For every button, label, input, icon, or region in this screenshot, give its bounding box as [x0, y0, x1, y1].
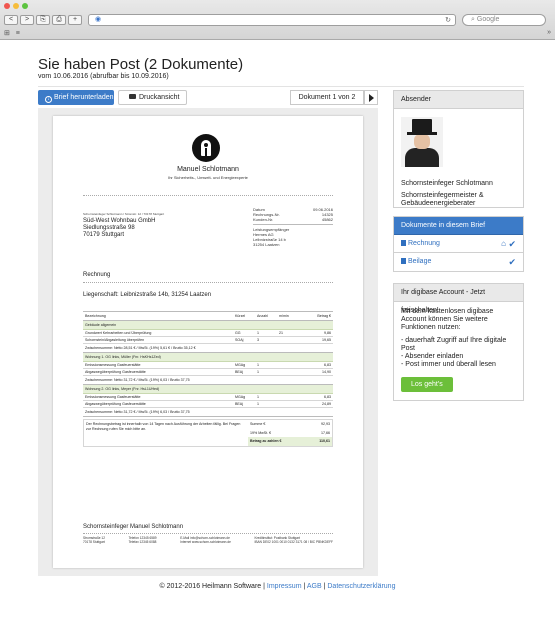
search-field[interactable]: ⌕ Google	[462, 14, 546, 26]
promo-heading: Ihr digibase Account - Jetzt freischalte…	[394, 284, 523, 314]
service-recipient-line: 31254 Laatzen	[253, 242, 280, 247]
divider	[83, 195, 333, 196]
page-title: Sie haben Post (2 Dokumente)	[38, 56, 244, 73]
header-divider	[38, 86, 524, 87]
divider	[83, 533, 333, 534]
footer-col: Stromstraße 12 70178 Stuttgart	[83, 536, 105, 544]
sender-name: Schornsteinfeger Schlotmann	[401, 180, 493, 187]
lets-go-button[interactable]: Los geht's	[401, 377, 453, 392]
share-icon[interactable]: ⎘	[36, 15, 50, 25]
letter-page: Manuel Schlotmann Ihr Sicherheits-, Umwe…	[53, 116, 363, 568]
print-view-button[interactable]: Druckansicht	[118, 90, 187, 105]
footer-col: Telefon 12345 6589 Telefax 12345 6088	[128, 536, 157, 544]
copyright: © 2012-2016 Heilmann Software |	[159, 583, 265, 590]
recipient-address: Süd-West Wohnbau GmbH Siedlungsstraße 98…	[83, 218, 155, 239]
impressum-link[interactable]: Impressum	[267, 583, 302, 590]
table-group-heading: Wohnung 1. OG links, Müller (Fnr. HsKHs1…	[83, 353, 333, 362]
document-viewer[interactable]: Manuel Schlotmann Ihr Sicherheits-, Umwe…	[38, 108, 378, 576]
chimney-sweep-logo-icon	[192, 134, 220, 162]
property-line: Liegenschaft: Leibnizstraße 14b, 31254 L…	[83, 292, 212, 298]
table-row: Grundwert Kehrarbeiten und Überprüfung G…	[83, 331, 333, 337]
table-group-heading: Wohnung 2. OG links, Meyer (Fnr. HsL1UHe…	[83, 385, 333, 394]
document-counter: Dokument 1 von 2	[290, 90, 364, 105]
footer-col: E-Mail info@schorn-schlotmann.de Internet…	[180, 536, 231, 544]
sender-panel: Absender Schornsteinfeger Schlotmann Sch…	[393, 90, 524, 208]
globe-icon: ◉	[95, 16, 102, 23]
divider	[83, 282, 333, 283]
invoice-summary: Der Rechnungsbetrag ist innerhalb von 14…	[83, 419, 333, 447]
table-row: Abgaswegüberprüfung Gasfeuerstätte BEAj …	[83, 402, 333, 408]
site-footer: © 2012-2016 Heilmann Software | Impressu…	[159, 583, 396, 590]
issuer-name: Manuel Schlotmann	[177, 166, 239, 173]
letter-heading: Rechnung	[83, 272, 111, 278]
address-bar[interactable]: ◉ ↻	[88, 14, 456, 26]
reload-icon[interactable]: ↻	[445, 16, 451, 26]
document-item-beilage[interactable]: Beilage ✔	[394, 253, 523, 271]
home-icon: ⌂	[501, 239, 506, 248]
summary-totals: Summe €92,93 19% MwSt. €17,66 Betrag zu …	[248, 420, 332, 446]
promo-bullet: - dauerhaft Zugriff auf Ihre digitale Po…	[401, 337, 507, 352]
file-icon	[401, 240, 406, 246]
page-subtitle: vom 10.06.2016 (abrufbar bis 10.09.2016)	[38, 73, 169, 80]
table-group-heading: Gebäude allgemein	[83, 321, 333, 330]
sender-panel-heading: Absender	[394, 91, 523, 109]
issuer-tagline: Ihr Sicherheits-, Umwelt- und Energieexp…	[168, 175, 248, 180]
promo-list: - dauerhaft Zugriff auf Ihre digitale Po…	[401, 337, 516, 369]
download-letter-button[interactable]: ↓ Brief herunterladen	[38, 90, 114, 105]
invoice-meta: Datum 09.06.2016 Rechnungs-Nr. 14325 Kunde…	[253, 207, 333, 247]
search-placeholder: Google	[476, 16, 500, 23]
printer-icon	[129, 94, 136, 99]
payment-note: Der Rechnungsbetrag ist innerhalb von 14…	[86, 422, 241, 431]
browser-nav: < > ⎘ ⎙ +	[4, 15, 82, 25]
check-icon: ✔	[508, 257, 516, 267]
letter-footer-name: Schornsteinfeger Manuel Schlotmann	[83, 524, 184, 530]
add-bookmark-icon[interactable]: +	[68, 15, 82, 25]
account-promo-panel: Ihr digibase Account - Jetzt freischalte…	[393, 283, 524, 401]
print-icon[interactable]: ⎙	[52, 15, 66, 25]
check-icon: ✔	[508, 239, 516, 249]
minimize-window-button[interactable]	[13, 3, 19, 9]
zoom-window-button[interactable]	[22, 3, 28, 9]
browser-chrome: < > ⎘ ⎙ + ◉ ↻ ⌕ Google ⊞ ≡ »	[0, 0, 555, 40]
document-item-rechnung[interactable]: Rechnung ⌂ ✔	[394, 235, 523, 253]
footer-col: Kreditinstitut: Postbank Stuttgart IBAN D…	[254, 536, 333, 544]
invoice-table: Bezeichnung Kürzel Anzahl m/min Betrag €…	[83, 311, 333, 447]
table-row: Emissionsmessung Gasfeuerstätte MGAg 1 6…	[83, 363, 333, 369]
promo-bullet: - Absender einladen	[401, 353, 464, 360]
promo-bullet: - Post immer und überall lesen	[401, 361, 496, 368]
agb-link[interactable]: AGB	[307, 583, 322, 590]
table-header: Bezeichnung Kürzel Anzahl m/min Betrag €	[83, 311, 333, 321]
forward-button[interactable]: >	[20, 15, 34, 25]
bookmarks-overflow-icon[interactable]: »	[547, 29, 551, 36]
recipient-line: 70179 Stuttgart	[83, 232, 125, 238]
table-subtotal: Zwischensumme: Netto 31,72 € / MwSt. (19…	[83, 376, 333, 385]
privacy-link[interactable]: Datenschutzerklärung	[327, 583, 395, 590]
next-document-button[interactable]	[364, 90, 378, 105]
recipient-line: Siedlungsstraße 98	[83, 225, 135, 231]
download-icon: ↓	[45, 96, 52, 103]
close-window-button[interactable]	[4, 3, 10, 9]
documents-panel-heading: Dokumente in diesem Brief	[394, 217, 523, 235]
documents-panel: Dokumente in diesem Brief Rechnung ⌂ ✔ B…	[393, 216, 524, 272]
bookmarks-icons[interactable]: ⊞ ≡	[4, 29, 22, 37]
file-icon	[401, 258, 406, 264]
window-controls	[4, 3, 28, 9]
sender-role: Schornsteinfegermeister & Gebäudeenergie…	[401, 192, 484, 207]
back-button[interactable]: <	[4, 15, 18, 25]
total-row: Betrag zu zahlen €110,61	[248, 437, 332, 446]
recipient-line: Süd-West Wohnbau GmbH	[83, 218, 156, 224]
sender-line: Schornsteinfeger Schlotmann / Stromstr. …	[83, 212, 165, 216]
table-row: Emissionsmessung Gasfeuerstätte MGAg 1 6…	[83, 395, 333, 401]
table-row: Schornstein/Abgasleitung überprüfen SOAj…	[83, 338, 333, 344]
sender-avatar	[401, 117, 443, 167]
promo-text: Mit dem kostenlosen digibase Account kön…	[401, 308, 494, 331]
letter-footer: Stromstraße 12 70178 Stuttgart Telefon 12…	[83, 536, 333, 544]
meta-row: Kunden-Nr. 45862	[253, 217, 333, 222]
table-subtotal: Zwischensumme: Netto 31,72 € / MwSt. (19…	[83, 408, 333, 417]
search-icon: ⌕	[471, 16, 475, 23]
table-row: Abgaswegüberprüfung Gasfeuerstätte BEAj …	[83, 370, 333, 376]
table-subtotal: Zwischensumme: Netto 28,51 € / MwSt. (19…	[83, 344, 333, 353]
